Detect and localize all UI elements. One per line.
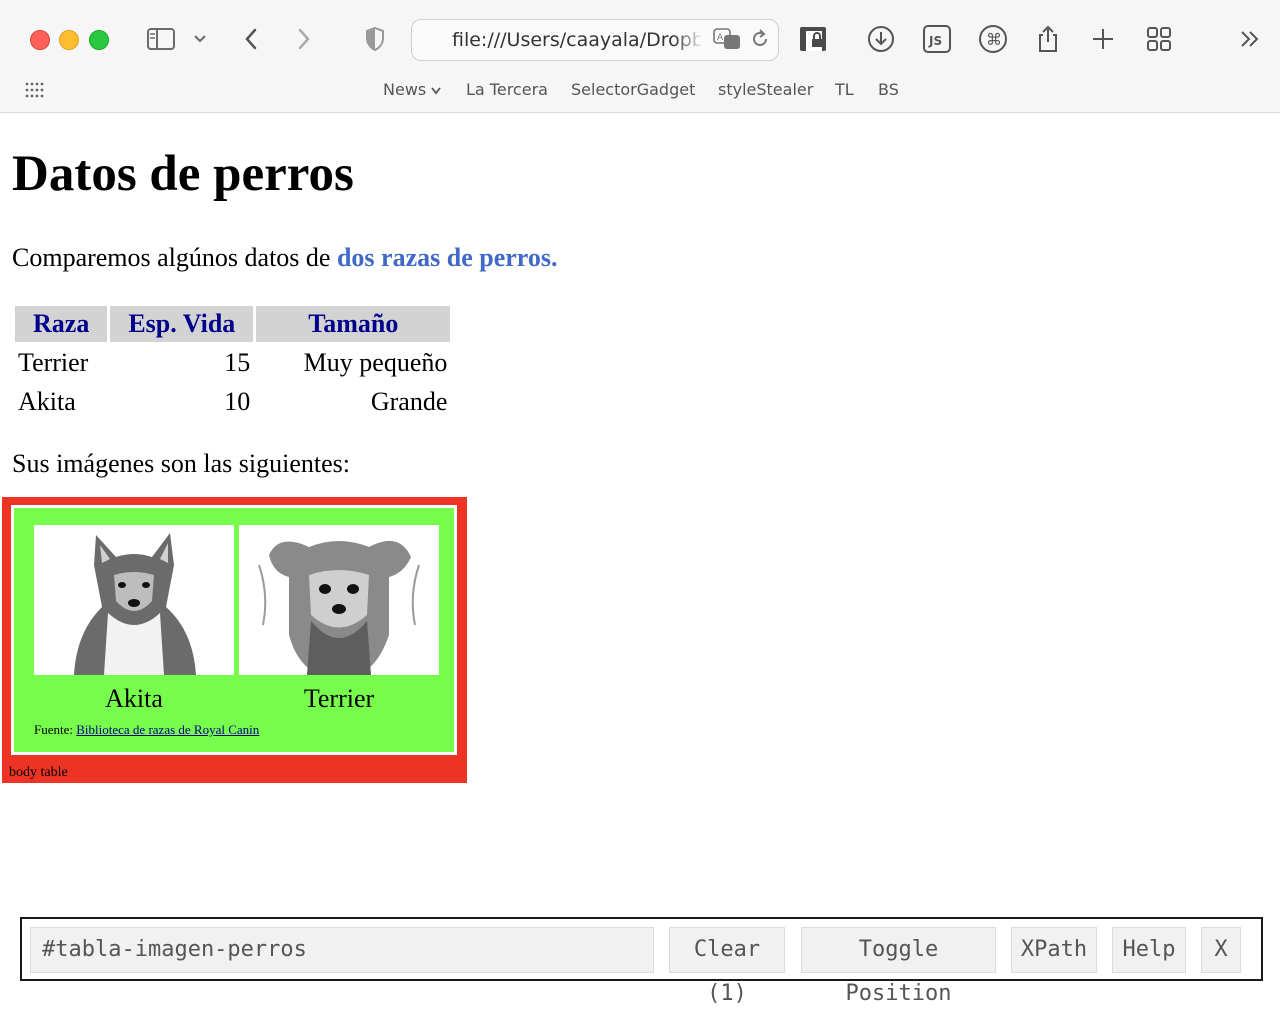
chevron-down-icon [431, 87, 442, 95]
page-title: Datos de perros [12, 146, 354, 202]
intro-paragraph: Comparemos algúnos datos de dos razas de… [12, 243, 557, 273]
source-label: Fuente: [34, 722, 77, 737]
dog-data-table: Raza Esp. Vida Tamaño Terrier 15 Muy peq… [12, 303, 453, 423]
dog-image-table[interactable]: Akita Terrier Fuente: Biblioteca de raza… [11, 505, 457, 755]
apps-grid-icon[interactable] [23, 78, 45, 102]
clear-button[interactable]: Clear (1) [669, 927, 785, 1006]
svg-text:A: A [717, 33, 724, 43]
close-gadget-button[interactable]: X [1201, 927, 1241, 973]
svg-text:JS: JS [928, 34, 942, 48]
bookmark-tl[interactable]: TL [835, 80, 854, 99]
forward-icon[interactable] [293, 22, 315, 56]
xpath-button[interactable]: XPath [1011, 927, 1097, 973]
js-extension-icon[interactable]: JS [921, 22, 953, 56]
table-cell-raza: Akita [18, 387, 76, 416]
selectorgadget-bar: #tabla-imagen-perros Clear (1) Toggle Po… [20, 917, 1263, 1006]
table-header-raza: Raza [15, 306, 108, 342]
table-header-row: Raza Esp. Vida Tamaño [15, 306, 451, 342]
reload-icon[interactable] [748, 26, 772, 52]
help-button[interactable]: Help [1112, 927, 1186, 973]
css-selector-input[interactable]: #tabla-imagen-perros [30, 927, 654, 973]
bookmark-bs[interactable]: BS [878, 80, 899, 99]
akita-caption: Akita [105, 684, 163, 713]
table-row: Akita 10 Grande [15, 384, 450, 420]
table-cell-tamano: Muy pequeño [303, 348, 448, 377]
bookmark-stylestealer[interactable]: styleStealer [718, 80, 813, 99]
bookmarks-bar: News La Tercera SelectorGadget styleStea… [0, 78, 1280, 104]
table-cell-raza: Terrier [18, 348, 89, 377]
translate-icon[interactable]: A [712, 26, 742, 52]
image-source: Fuente: Biblioteca de razas de Royal Can… [34, 722, 259, 738]
zoom-window-button[interactable] [89, 30, 109, 50]
close-window-button[interactable] [30, 30, 50, 50]
table-cell-tamano: Grande [370, 387, 448, 416]
bookmark-selectorgadget[interactable]: SelectorGadget [571, 80, 695, 99]
bookmark-la-tercera[interactable]: La Tercera [466, 80, 548, 99]
sidebar-icon[interactable] [145, 22, 177, 56]
new-tab-icon[interactable] [1089, 22, 1117, 56]
akita-image [34, 525, 234, 675]
terrier-image [239, 525, 439, 675]
browser-toolbar: file:///Users/caayala/Dropbc A JS ⌘ News… [0, 0, 1280, 113]
share-icon[interactable] [1034, 22, 1062, 56]
url-text: file:///Users/caayala/Dropbc [452, 29, 700, 51]
royal-canin-link[interactable]: Biblioteca de razas de Royal Canin [76, 722, 259, 737]
terrier-caption: Terrier [303, 684, 375, 713]
table-cell-vida: 10 [224, 387, 251, 416]
toggle-position-button[interactable]: Toggle Position [801, 927, 996, 1006]
page-content: Datos de perros Comparemos algúnos datos… [0, 113, 1280, 997]
selector-path-label: body table [9, 765, 68, 780]
address-bar[interactable]: file:///Users/caayala/Dropbc A [411, 19, 779, 61]
table-header-tamano: Tamaño [256, 306, 451, 342]
svg-text:⌘: ⌘ [986, 30, 1002, 49]
download-icon[interactable] [866, 22, 896, 56]
table-header-esp-vida: Esp. Vida [110, 306, 254, 342]
table-cell-vida: 15 [224, 348, 251, 377]
back-icon[interactable] [240, 22, 262, 56]
tab-overview-icon[interactable] [1145, 22, 1173, 56]
chevron-double-right-icon[interactable] [1238, 22, 1262, 56]
command-extension-icon[interactable]: ⌘ [977, 22, 1009, 56]
breeds-link[interactable]: dos razas de perros. [337, 243, 558, 272]
table-row: Terrier 15 Muy pequeño [15, 345, 450, 381]
extension-lock-icon[interactable] [796, 22, 830, 56]
minimize-window-button[interactable] [59, 30, 79, 50]
privacy-shield-icon[interactable] [363, 22, 387, 56]
bookmark-news[interactable]: News [383, 80, 442, 99]
chevron-down-icon[interactable] [192, 22, 208, 56]
intro-text: Comparemos algúnos datos de [12, 243, 337, 272]
selectorgadget-highlight[interactable]: Akita Terrier Fuente: Biblioteca de raza… [2, 497, 467, 783]
images-intro: Sus imágenes son las siguientes: [12, 449, 350, 478]
